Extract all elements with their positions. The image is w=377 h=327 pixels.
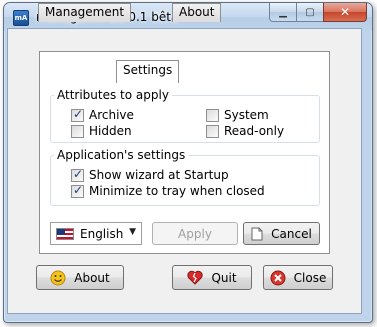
about-label: About (74, 270, 110, 285)
checkbox-unchecked-icon (206, 124, 219, 138)
close-label: Close (293, 270, 327, 285)
quit-button[interactable]: Quit (172, 265, 252, 290)
close-icon: ✕ (339, 5, 351, 19)
close-circle-icon (270, 270, 286, 286)
system-checkbox[interactable]: System (206, 108, 269, 122)
caption-buttons: ▁ ▢ ✕ (269, 3, 367, 22)
read-only-checkbox[interactable]: Read-only (206, 124, 284, 138)
attributes-group-title: Attributes to apply (57, 88, 169, 102)
document-icon (251, 227, 263, 241)
close-button[interactable]: Close (263, 265, 333, 290)
minimize-icon: ▁ (279, 6, 287, 18)
tab-management[interactable]: Management (38, 3, 132, 22)
apply-label: Apply (178, 226, 212, 241)
read-only-label: Read-only (224, 124, 285, 138)
checkbox-checked-icon (71, 107, 84, 122)
app-icon[interactable]: mA (13, 10, 29, 26)
about-button[interactable]: About (36, 265, 124, 290)
language-value: English (80, 226, 124, 241)
tab-management-label: Management (45, 5, 125, 19)
us-flag-icon (56, 227, 74, 240)
checkbox-checked-icon (71, 183, 84, 198)
show-wizard-label: Show wizard at Startup (89, 168, 229, 182)
checkbox-unchecked-icon (71, 124, 84, 138)
hidden-label: Hidden (89, 124, 132, 138)
tab-settings[interactable]: Settings (116, 60, 180, 83)
checkbox-unchecked-icon (206, 108, 219, 122)
hidden-checkbox[interactable]: Hidden (71, 124, 132, 138)
system-label: System (224, 108, 269, 122)
maximize-button[interactable]: ▢ (296, 3, 323, 22)
archive-label: Archive (89, 108, 134, 122)
apply-button[interactable]: Apply (152, 222, 238, 245)
cancel-button[interactable]: Cancel (243, 222, 320, 245)
minimize-to-tray-label: Minimize to tray when closed (89, 184, 265, 198)
minimize-button[interactable]: ▁ (269, 3, 296, 22)
tab-about[interactable]: About (172, 3, 222, 22)
show-wizard-checkbox[interactable]: Show wizard at Startup (71, 167, 229, 182)
checkbox-checked-icon (71, 167, 84, 182)
tab-settings-label: Settings (123, 63, 173, 77)
app-settings-group-title: Application's settings (57, 148, 186, 162)
quit-label: Quit (211, 270, 237, 285)
cancel-label: Cancel (271, 226, 312, 241)
tab-about-label: About (179, 5, 215, 19)
dropdown-arrow-icon: ▼ (129, 227, 136, 237)
language-select[interactable]: English ▼ (50, 222, 142, 245)
broken-heart-icon (187, 270, 204, 285)
maximize-icon: ▢ (305, 6, 315, 18)
minimize-to-tray-checkbox[interactable]: Minimize to tray when closed (71, 183, 265, 198)
archive-checkbox[interactable]: Archive (71, 107, 134, 122)
window-close-button[interactable]: ✕ (323, 3, 367, 22)
smiley-icon (50, 270, 66, 286)
